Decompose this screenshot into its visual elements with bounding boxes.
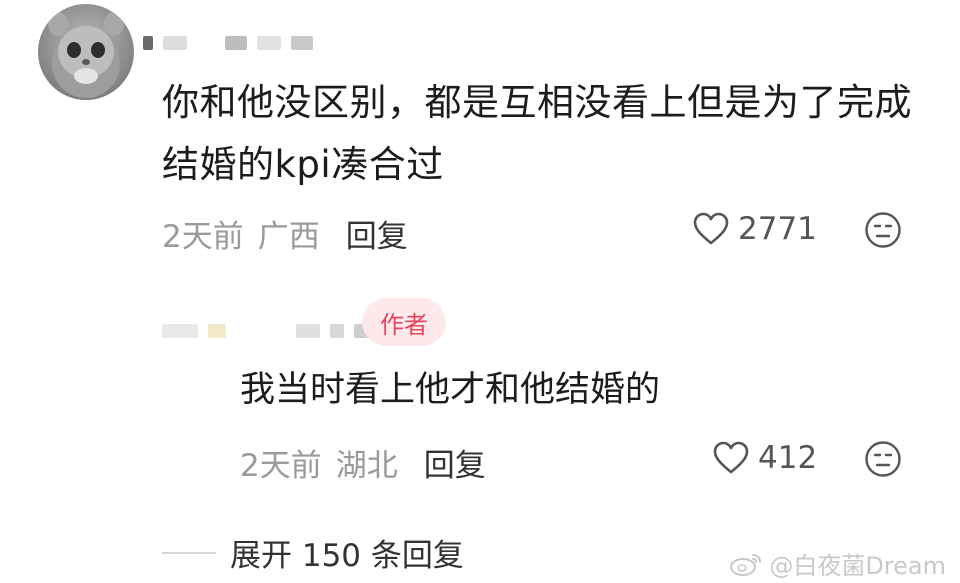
reply-reply-button[interactable]: 回复 (424, 440, 486, 485)
watermark-text: @白夜菌Dream (769, 552, 946, 580)
heart-outline-icon (713, 441, 749, 474)
weibo-logo-icon (730, 553, 762, 576)
reply-location: 湖北 (335, 448, 398, 484)
reply-text: 我当时看上他才和他结婚的 (240, 370, 661, 410)
comment-meta: 2天前 广西 回复 (162, 211, 408, 256)
comment-like-button[interactable]: 2771 (692, 211, 817, 247)
comment-location: 广西 (257, 219, 320, 255)
reply-like-count: 412 (758, 440, 818, 476)
reply-username-redacted[interactable] (162, 324, 370, 338)
watermark: @白夜菌Dream (729, 546, 946, 581)
expand-replies-button[interactable]: 展开 150 条回复 (162, 530, 464, 575)
comment-like-count: 2771 (738, 211, 817, 247)
username-redacted[interactable] (143, 36, 313, 50)
neutral-face-icon[interactable] (864, 211, 902, 253)
reply-time: 2天前 (240, 448, 322, 484)
author-badge: 作者 (362, 298, 446, 346)
heart-outline-icon (693, 212, 729, 245)
divider-line (162, 551, 216, 554)
user-avatar[interactable] (38, 4, 134, 100)
comment-time: 2天前 (162, 219, 244, 255)
expand-replies-label: 展开 150 条回复 (230, 538, 464, 574)
neutral-face-icon[interactable] (864, 440, 902, 482)
reply-button[interactable]: 回复 (346, 211, 408, 256)
reply-meta: 2天前 湖北 回复 (240, 440, 486, 485)
reply-like-button[interactable]: 412 (712, 440, 817, 476)
comment-text: 你和他没区别，都是互相没看上但是为了完成结婚的kpi凑合过 (162, 81, 912, 186)
